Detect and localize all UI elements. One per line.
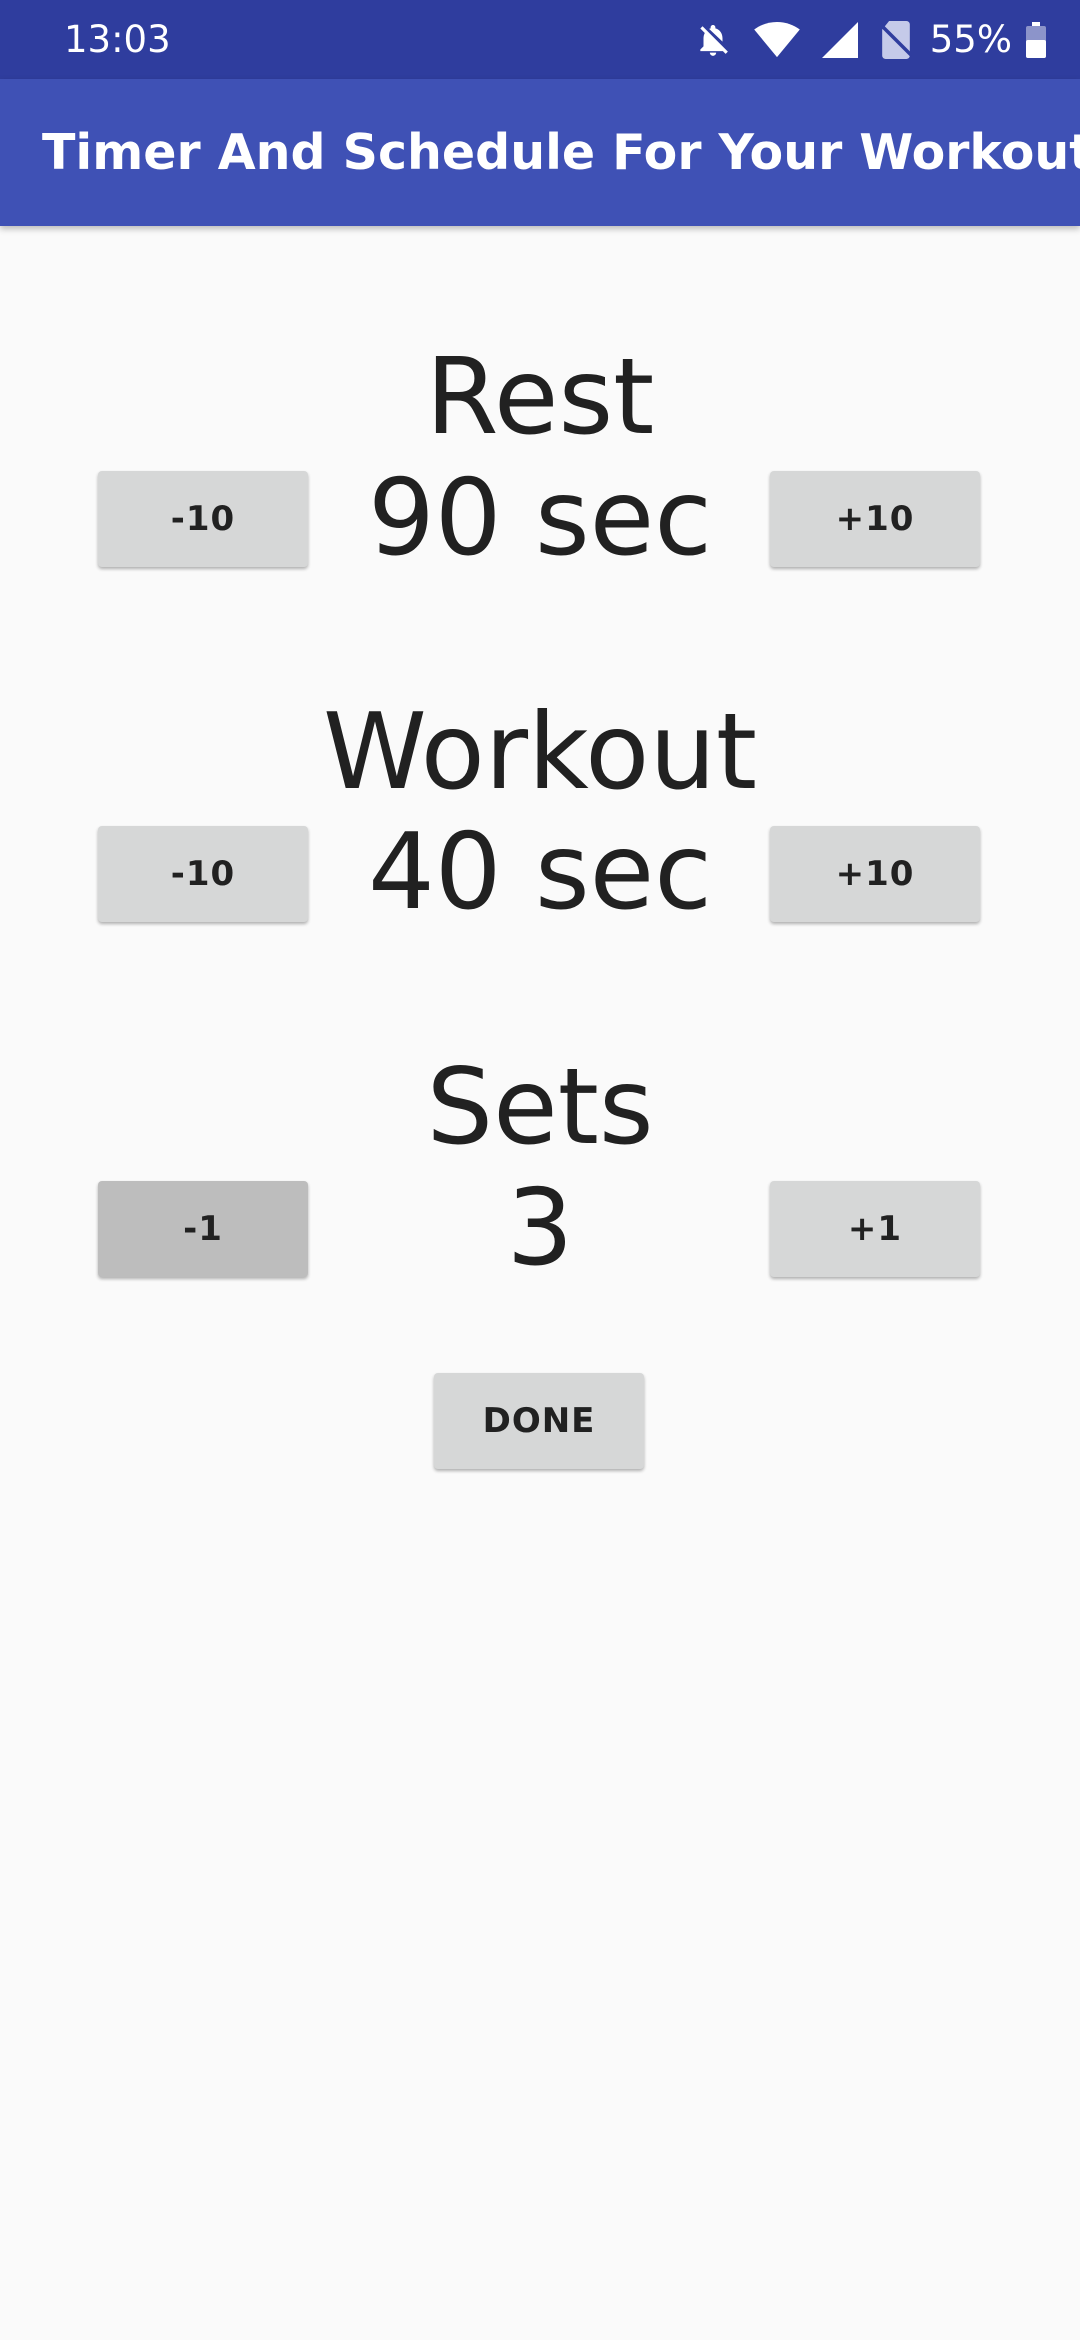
status-bar: 13:03 55% xyxy=(0,0,1080,79)
done-button[interactable]: DONE xyxy=(434,1373,644,1469)
battery-percent: 55% xyxy=(929,18,1012,61)
status-time: 13:03 xyxy=(64,18,171,61)
rest-increment-button[interactable]: +10 xyxy=(770,471,980,567)
wifi-icon xyxy=(753,21,800,59)
sets-increment-button[interactable]: +1 xyxy=(770,1181,980,1277)
no-sim-icon xyxy=(879,20,912,59)
app-bar: Timer And Schedule For Your Workout xyxy=(0,79,1080,226)
status-icons: 55% xyxy=(672,0,1046,79)
sets-label: Sets xyxy=(426,1046,654,1168)
workout-label: Workout xyxy=(322,691,758,813)
app-title: Timer And Schedule For Your Workout xyxy=(42,124,1080,181)
cell-signal-icon xyxy=(821,21,858,58)
bell-off-icon xyxy=(694,21,732,59)
battery-icon xyxy=(1026,21,1046,58)
rest-label: Rest xyxy=(425,336,655,458)
workout-increment-button[interactable]: +10 xyxy=(770,826,980,922)
